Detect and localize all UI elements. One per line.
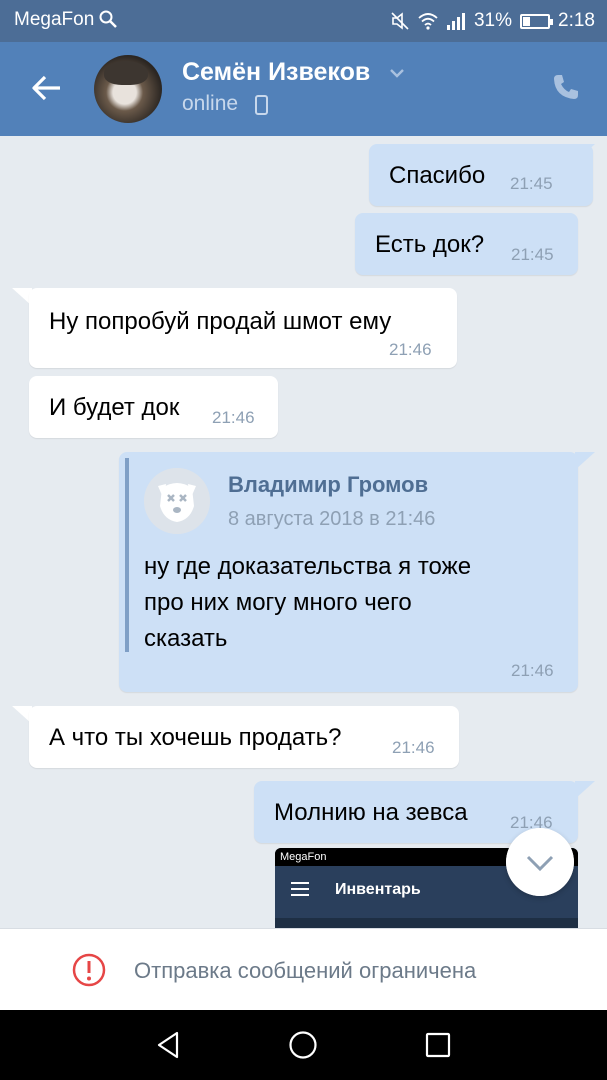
back-arrow-icon[interactable]	[30, 71, 64, 105]
forward-author[interactable]: Владимир Громов	[228, 472, 428, 498]
signal-icon	[446, 13, 465, 30]
message-time: 21:46	[389, 340, 432, 359]
contact-name[interactable]: Семён Извеков	[182, 58, 370, 87]
mute-icon	[391, 12, 409, 30]
message-text: А что ты хочешь продать?	[49, 724, 342, 751]
message-time: 21:46	[212, 408, 255, 427]
battery-fill	[523, 16, 531, 26]
message-bubble[interactable]: И будет док 21:46	[29, 376, 278, 438]
message-text: И будет док	[49, 394, 180, 421]
bubble-tail	[575, 144, 595, 162]
clock: 2:18	[558, 10, 595, 31]
scroll-down-button[interactable]	[506, 828, 574, 896]
message-bubble[interactable]: Есть док? 21:45	[355, 213, 578, 275]
message-list[interactable]: Спасибо 21:45 Есть док? 21:45 Ну попробу…	[0, 136, 607, 928]
phone-icon[interactable]	[551, 72, 581, 102]
forward-text: ну где доказательства я тоже про них мог…	[144, 549, 544, 657]
forward-text-line: про них могу много чего	[144, 589, 412, 616]
menu-icon	[291, 882, 309, 896]
deactivated-user-avatar[interactable]	[144, 468, 210, 534]
system-nav-bar	[0, 1010, 607, 1080]
search-icon	[99, 10, 117, 28]
carrier-label: MegaFon	[14, 9, 95, 30]
message-time: 21:46	[392, 738, 435, 757]
contact-status: online	[182, 92, 239, 115]
home-circle-icon[interactable]	[288, 1030, 318, 1060]
forward-text-line: сказать	[144, 625, 228, 652]
message-bubble[interactable]: Ну попробуй продай шмот ему 21:46	[29, 288, 457, 368]
message-text: Есть док?	[375, 231, 485, 258]
recents-square-icon[interactable]	[423, 1030, 453, 1060]
warning-icon	[72, 953, 106, 987]
message-time: 21:45	[511, 245, 554, 264]
contact-avatar[interactable]	[94, 55, 162, 123]
forward-indicator	[125, 458, 129, 652]
status-bar: MegaFon 31% 2:18	[0, 0, 607, 42]
message-text: Молнию на зевса	[274, 799, 468, 826]
message-time: 21:45	[510, 174, 553, 193]
thumb-title: Инвентарь	[335, 881, 421, 898]
restricted-notice-text: Отправка сообщений ограничена	[134, 958, 477, 983]
message-text: Ну попробуй продай шмот ему	[49, 308, 392, 335]
message-bubble[interactable]: Спасибо 21:45	[369, 144, 593, 206]
battery-percent: 31%	[473, 10, 513, 31]
bubble-tail	[575, 781, 595, 799]
back-triangle-icon[interactable]	[153, 1030, 183, 1060]
forward-text-line: ну где доказательства я тоже	[144, 553, 472, 580]
thumb-carrier: MegaFon	[280, 851, 327, 863]
chat-header: Семён Извеков online	[0, 42, 607, 136]
message-bubble[interactable]: А что ты хочешь продать? 21:46	[29, 706, 459, 768]
bubble-tail	[575, 452, 595, 470]
forward-date: 8 августа 2018 в 21:46	[228, 508, 436, 530]
restricted-notice-bar: Отправка сообщений ограничена	[0, 928, 607, 1010]
mobile-icon	[255, 95, 268, 115]
message-text: Спасибо	[389, 162, 486, 189]
wifi-icon	[418, 13, 438, 30]
chevron-down-icon[interactable]	[389, 67, 405, 79]
battery-icon	[520, 13, 554, 29]
message-time: 21:46	[511, 661, 554, 680]
